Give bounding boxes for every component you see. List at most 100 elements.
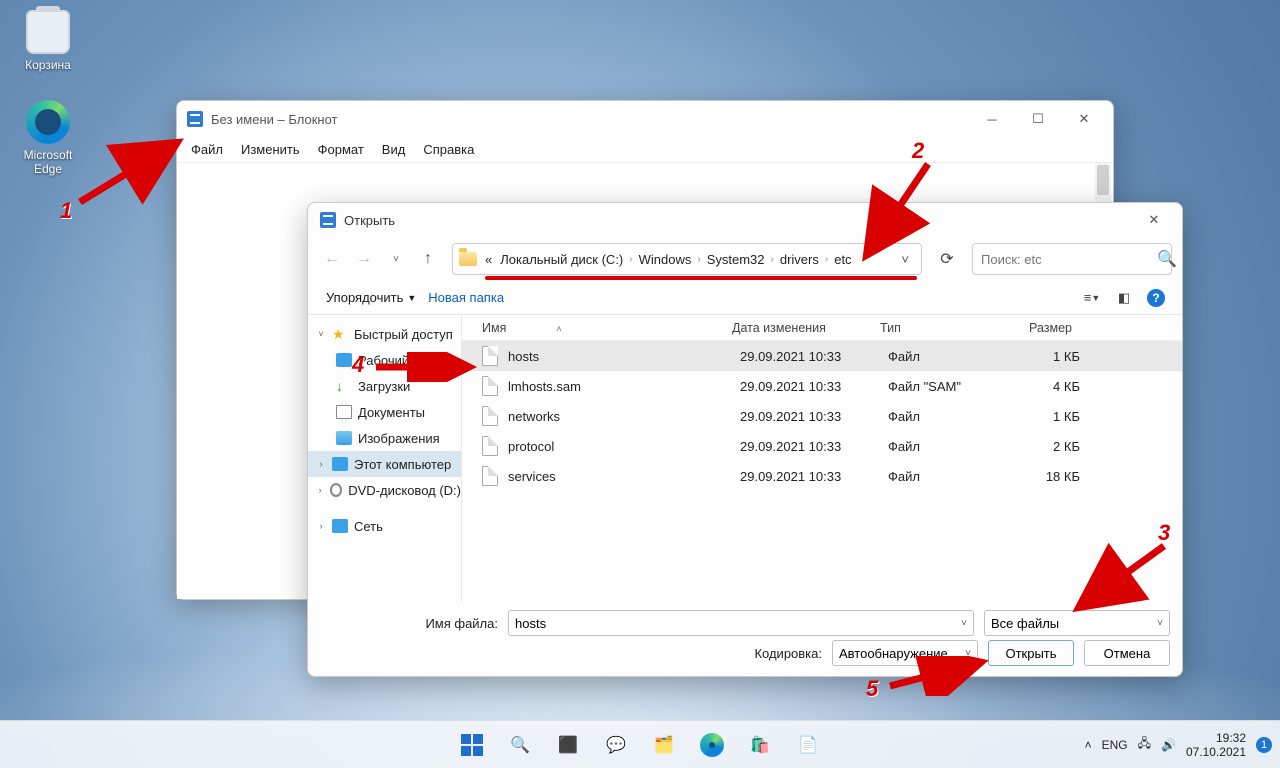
file-icon bbox=[482, 346, 498, 366]
annotation-number: 5 bbox=[866, 676, 878, 702]
address-bar[interactable]: « Локальный диск (C:)› Windows› System32… bbox=[452, 243, 922, 275]
menu-help[interactable]: Справка bbox=[415, 139, 482, 160]
col-name[interactable]: Имя˄ bbox=[482, 321, 732, 335]
nav-up-button[interactable]: ↑ bbox=[414, 245, 442, 273]
file-row[interactable]: networks 29.09.2021 10:33 Файл 1 КБ bbox=[462, 401, 1182, 431]
file-type-filter[interactable]: Все файлы˅ bbox=[984, 610, 1170, 636]
tree-desktop[interactable]: Рабочий стол bbox=[308, 347, 461, 373]
file-row[interactable]: hosts 29.09.2021 10:33 Файл 1 КБ bbox=[462, 341, 1182, 371]
filename-combo[interactable]: hosts˅ bbox=[508, 610, 974, 636]
search-input[interactable] bbox=[981, 252, 1157, 267]
column-headers: Имя˄ Дата изменения Тип Размер bbox=[462, 315, 1182, 341]
annotation-arrow-1 bbox=[72, 130, 192, 210]
dialog-title: Открыть bbox=[344, 213, 395, 228]
tree-pictures[interactable]: Изображения bbox=[308, 425, 461, 451]
toolbar: Упорядочить ▼ Новая папка ≡ ▼ ◧ ? bbox=[308, 281, 1182, 315]
file-icon bbox=[482, 436, 498, 456]
start-button[interactable] bbox=[451, 725, 493, 765]
taskbar-edge-button[interactable] bbox=[691, 725, 733, 765]
tree-this-pc[interactable]: ›Этот компьютер bbox=[308, 451, 461, 477]
search-box[interactable]: 🔍 bbox=[972, 243, 1172, 275]
tree-documents[interactable]: Документы bbox=[308, 399, 461, 425]
scrollbar-thumb[interactable] bbox=[1097, 165, 1109, 195]
breadcrumb-item[interactable]: Локальный диск (C:) bbox=[500, 252, 623, 267]
desktop-icon-recycle-bin[interactable]: Корзина bbox=[10, 10, 86, 72]
col-date[interactable]: Дата изменения bbox=[732, 321, 880, 335]
tray-clock[interactable]: 19:32 07.10.2021 bbox=[1186, 731, 1246, 759]
nav-forward-button[interactable]: → bbox=[350, 245, 378, 273]
taskbar: 🔍 ⬛ 💬 🗂️ 🛍️ 📄 ˄ ENG 🖧 🔊 19:32 07.10.2021… bbox=[0, 720, 1280, 768]
breadcrumb-item[interactable]: etc bbox=[834, 252, 851, 267]
menu-edit[interactable]: Изменить bbox=[233, 139, 308, 160]
menu-file[interactable]: Файл bbox=[183, 139, 231, 160]
tree-downloads[interactable]: ↓Загрузки bbox=[308, 373, 461, 399]
nav-row: ← → ˅ ↑ « Локальный диск (C:)› Windows› … bbox=[308, 237, 1182, 281]
organize-button[interactable]: Упорядочить ▼ bbox=[320, 287, 422, 308]
edge-icon bbox=[700, 733, 724, 757]
search-icon: 🔍 bbox=[1157, 249, 1177, 269]
menu-view[interactable]: Вид bbox=[374, 139, 414, 160]
taskbar-search-button[interactable]: 🔍 bbox=[499, 725, 541, 765]
open-dialog: Открыть ✕ ← → ˅ ↑ « Локальный диск (C:)›… bbox=[307, 202, 1183, 677]
dialog-titlebar[interactable]: Открыть ✕ bbox=[308, 203, 1182, 237]
view-options-button[interactable]: ≡ ▼ bbox=[1078, 285, 1106, 311]
notepad-icon bbox=[187, 111, 203, 127]
file-row[interactable]: services 29.09.2021 10:33 Файл 18 КБ bbox=[462, 461, 1182, 491]
desktop-icon-edge[interactable]: Microsoft Edge bbox=[10, 100, 86, 176]
file-icon bbox=[482, 406, 498, 426]
close-button[interactable]: ✕ bbox=[1061, 103, 1107, 135]
nav-back-button[interactable]: ← bbox=[318, 245, 346, 273]
file-list: Имя˄ Дата изменения Тип Размер hosts 29.… bbox=[462, 315, 1182, 602]
taskbar-notepad-button[interactable]: 📄 bbox=[787, 725, 829, 765]
file-row[interactable]: lmhosts.sam 29.09.2021 10:33 Файл "SAM" … bbox=[462, 371, 1182, 401]
taskbar-chat-button[interactable]: 💬 bbox=[595, 725, 637, 765]
nav-recent-button[interactable]: ˅ bbox=[382, 245, 410, 273]
tree-dvd[interactable]: ›DVD-дисковод (D:) bbox=[308, 477, 461, 503]
tray-overflow-button[interactable]: ˄ bbox=[1085, 738, 1092, 752]
breadcrumb-item[interactable]: Windows bbox=[639, 252, 692, 267]
task-view-button[interactable]: ⬛ bbox=[547, 725, 589, 765]
col-type[interactable]: Тип bbox=[880, 321, 998, 335]
notepad-titlebar[interactable]: Без имени – Блокнот ─ ☐ ✕ bbox=[177, 101, 1113, 137]
desktop-icon-label: Microsoft Edge bbox=[10, 148, 86, 176]
breadcrumb-item[interactable]: System32 bbox=[707, 252, 765, 267]
recycle-bin-icon bbox=[26, 10, 70, 54]
tray-language[interactable]: ENG bbox=[1102, 738, 1128, 752]
taskbar-explorer-button[interactable]: 🗂️ bbox=[643, 725, 685, 765]
breadcrumb-item[interactable]: drivers bbox=[780, 252, 819, 267]
filename-label: Имя файла: bbox=[320, 616, 498, 631]
tray-notifications-button[interactable]: 1 bbox=[1256, 737, 1272, 753]
edge-icon bbox=[26, 100, 70, 144]
tree-quick-access[interactable]: ˅★Быстрый доступ bbox=[308, 321, 461, 347]
preview-pane-button[interactable]: ◧ bbox=[1110, 285, 1138, 311]
maximize-button[interactable]: ☐ bbox=[1015, 103, 1061, 135]
file-icon bbox=[482, 376, 498, 396]
tray-volume-icon[interactable]: 🔊 bbox=[1161, 738, 1176, 752]
new-folder-button[interactable]: Новая папка bbox=[422, 287, 510, 308]
folder-icon bbox=[459, 252, 477, 266]
tray-network-icon[interactable]: 🖧 bbox=[1138, 734, 1151, 755]
breadcrumb-overflow[interactable]: « bbox=[485, 252, 492, 267]
col-size[interactable]: Размер bbox=[998, 321, 1082, 335]
encoding-label: Кодировка: bbox=[754, 646, 822, 661]
address-dropdown-button[interactable]: ˅ bbox=[895, 252, 915, 267]
annotation-underline bbox=[485, 276, 917, 280]
notepad-title: Без имени – Блокнот bbox=[211, 112, 337, 127]
notepad-icon bbox=[320, 212, 336, 228]
taskbar-store-button[interactable]: 🛍️ bbox=[739, 725, 781, 765]
file-row[interactable]: protocol 29.09.2021 10:33 Файл 2 КБ bbox=[462, 431, 1182, 461]
notepad-menubar: Файл Изменить Формат Вид Справка bbox=[177, 137, 1113, 163]
annotation-number: 1 bbox=[60, 198, 72, 224]
system-tray: ˄ ENG 🖧 🔊 19:32 07.10.2021 1 bbox=[1085, 731, 1272, 759]
refresh-button[interactable]: ⟳ bbox=[932, 244, 962, 274]
help-button[interactable]: ? bbox=[1142, 285, 1170, 311]
minimize-button[interactable]: ─ bbox=[969, 103, 1015, 135]
cancel-button[interactable]: Отмена bbox=[1084, 640, 1170, 666]
desktop-icon-label: Корзина bbox=[10, 58, 86, 72]
open-button[interactable]: Открыть bbox=[988, 640, 1074, 666]
tree-network[interactable]: ›Сеть bbox=[308, 513, 461, 539]
encoding-combo[interactable]: Автообнаружение˅ bbox=[832, 640, 978, 666]
help-icon: ? bbox=[1147, 289, 1165, 307]
dialog-close-button[interactable]: ✕ bbox=[1132, 205, 1176, 235]
menu-format[interactable]: Формат bbox=[310, 139, 372, 160]
